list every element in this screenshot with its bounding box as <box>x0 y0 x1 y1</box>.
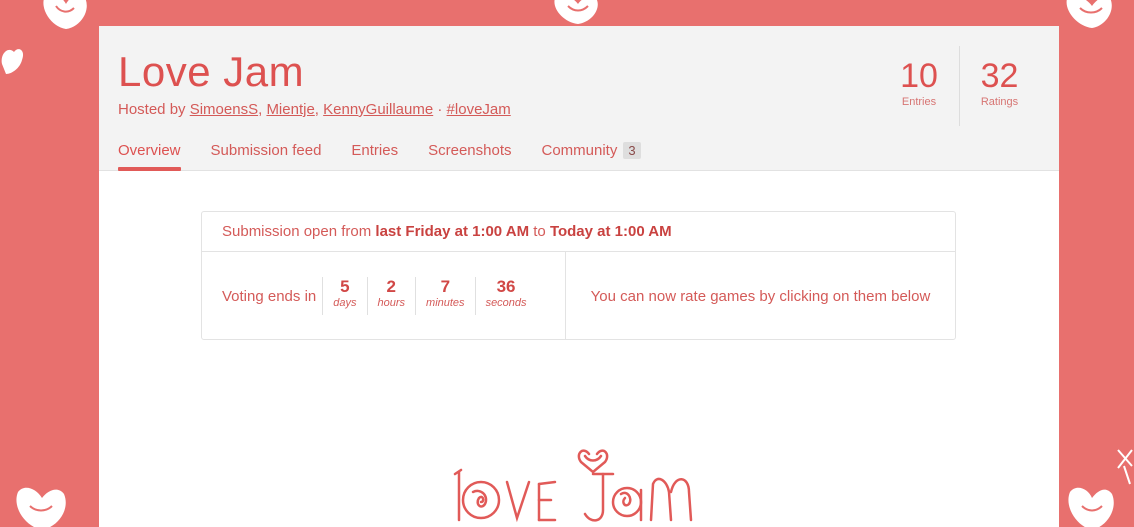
tab-screenshots[interactable]: Screenshots <box>428 142 511 170</box>
hashtag-link[interactable]: #loveJam <box>447 101 511 118</box>
hosted-prefix: Hosted by <box>118 101 190 118</box>
jam-stats: 10 Entries 32 Ratings <box>879 46 1039 126</box>
timer-days: 5 days <box>322 277 366 315</box>
timer-seconds: 36 seconds <box>474 277 537 315</box>
page-title: Love Jam <box>118 48 305 95</box>
love-jam-logo <box>453 449 693 523</box>
stat-ratings-value: 32 <box>980 57 1019 95</box>
hosted-by: Hosted by SimoensS, Mientje, KennyGuilla… <box>118 101 511 118</box>
timer-minutes-value: 7 <box>440 277 451 296</box>
timer-seconds-unit: seconds <box>485 297 527 309</box>
tab-submission-feed[interactable]: Submission feed <box>211 142 322 170</box>
community-count-badge: 3 <box>623 142 641 159</box>
hashtag-separator: · <box>433 101 447 118</box>
host-link-kennyguillaume[interactable]: KennyGuillaume <box>323 101 433 118</box>
stat-entries[interactable]: 10 Entries <box>879 46 959 126</box>
jam-header: Love Jam Hosted by SimoensS, Mientje, Ke… <box>99 26 1059 171</box>
tab-community-label: Community <box>541 142 618 159</box>
stat-ratings-label: Ratings <box>980 96 1019 108</box>
heart-doodle-icon <box>1117 449 1133 485</box>
submission-prefix: Submission open from <box>222 223 376 240</box>
tab-overview[interactable]: Overview <box>118 142 181 171</box>
jam-tabs: Overview Submission feed Entries Screens… <box>118 142 671 171</box>
timer-hours: 2 hours <box>366 277 416 315</box>
stat-entries-value: 10 <box>900 57 938 95</box>
timer-seconds-value: 36 <box>496 277 516 296</box>
timer-minutes-unit: minutes <box>426 297 465 309</box>
voting-label: Voting ends in <box>222 287 317 305</box>
heart-doodle-icon <box>43 0 87 30</box>
submission-end: Today at 1:00 AM <box>549 223 672 240</box>
stat-entries-label: Entries <box>901 96 937 108</box>
timer-minutes: 7 minutes <box>415 277 475 315</box>
jam-status-box: Submission open from last Friday at 1:00… <box>201 211 956 340</box>
jam-panel: Love Jam Hosted by SimoensS, Mientje, Ke… <box>99 26 1059 527</box>
timer-hours-unit: hours <box>377 297 406 309</box>
rate-games-message: You can now rate games by clicking on th… <box>590 287 931 305</box>
heart-doodle-icon <box>1066 0 1112 28</box>
heart-doodle-icon <box>1 49 24 74</box>
host-link-simoenss[interactable]: SimoensS <box>190 101 258 118</box>
timer-days-unit: days <box>333 297 357 309</box>
submission-start: last Friday at 1:00 AM <box>375 223 530 240</box>
timer-days-value: 5 <box>340 277 350 296</box>
heart-doodle-icon <box>16 487 66 527</box>
tab-community[interactable]: Community 3 <box>542 142 641 170</box>
voting-row: Voting ends in 5 days 2 hours 7 minutes <box>202 252 955 340</box>
timer-hours-value: 2 <box>386 277 396 296</box>
submission-middle: to <box>529 223 550 240</box>
heart-doodle-icon <box>1068 487 1114 527</box>
submission-period: Submission open from last Friday at 1:00… <box>202 212 955 252</box>
host-link-mientje[interactable]: Mientje <box>266 101 314 118</box>
heart-doodle-icon <box>554 0 598 24</box>
countdown-timer: 5 days 2 hours 7 minutes 36 seconds <box>322 277 536 315</box>
tab-entries[interactable]: Entries <box>351 142 398 170</box>
stat-ratings[interactable]: 32 Ratings <box>959 46 1039 126</box>
voting-countdown: Voting ends in 5 days 2 hours 7 minutes <box>202 252 566 340</box>
host-separator: , <box>314 101 324 118</box>
